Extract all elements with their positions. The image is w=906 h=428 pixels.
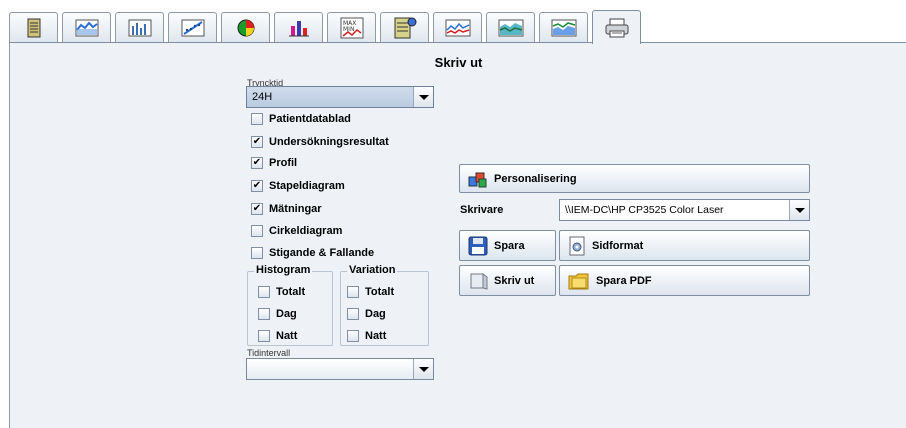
checkbox-box[interactable] — [251, 113, 263, 125]
tab-bar-chart[interactable] — [115, 12, 164, 43]
page-settings-icon — [568, 236, 586, 256]
personalize-icon — [468, 170, 488, 188]
checkbox-box[interactable] — [347, 286, 359, 298]
tab-print[interactable] — [592, 10, 641, 44]
tab-stacked-bar[interactable] — [274, 12, 323, 43]
checkbox-box[interactable]: ✔ — [251, 157, 263, 169]
tab-compare-chart[interactable] — [539, 12, 588, 43]
scatter-icon — [181, 19, 204, 37]
checkbox-box[interactable] — [347, 308, 359, 320]
checkbox-box[interactable] — [347, 330, 359, 342]
tab-bar: MAX MIN — [9, 10, 906, 44]
document-stats-icon — [394, 17, 416, 39]
panel-title: Skriv ut — [434, 55, 483, 70]
save-pdf-button[interactable]: Spara PDF — [559, 265, 810, 296]
chevron-down-icon[interactable] — [413, 359, 433, 379]
checkbox-box[interactable] — [258, 308, 270, 320]
personalize-button[interactable]: Personalisering — [459, 164, 810, 193]
checkbox-histogram-day[interactable]: Dag — [258, 308, 297, 320]
compare-chart-icon — [551, 19, 576, 37]
printer-label: Skrivare — [460, 204, 504, 216]
pdf-folder-icon — [568, 271, 590, 291]
tab-patient-data[interactable] — [9, 12, 58, 43]
pie-chart-icon — [237, 19, 254, 37]
checkbox-label: Mätningar — [269, 203, 322, 215]
interval-label: Tidintervall — [247, 348, 291, 358]
checkbox-label: Dag — [276, 308, 297, 320]
checkbox-label: Dag — [365, 308, 386, 320]
checkbox-profile[interactable]: ✔ Profil — [251, 157, 297, 169]
print-icon — [468, 271, 488, 291]
checkbox-examination-results[interactable]: ✔ Undersökningsresultat — [251, 136, 389, 148]
checkbox-variation-night[interactable]: Natt — [347, 330, 386, 342]
checkbox-box[interactable]: ✔ — [251, 203, 263, 215]
printer-select[interactable]: \\IEM-DC\HP CP3525 Color Laser — [559, 199, 810, 221]
chevron-down-icon[interactable] — [413, 87, 433, 107]
checkbox-label: Profil — [269, 157, 298, 169]
area-chart-icon — [498, 19, 523, 37]
checkbox-label: Natt — [365, 330, 387, 342]
tab-pie-chart[interactable] — [221, 12, 270, 43]
checkbox-label: Cirkeldiagram — [269, 225, 343, 237]
profile-icon — [75, 19, 98, 37]
checkbox-pie-chart[interactable]: Cirkeldiagram — [251, 225, 342, 237]
tab-area-chart[interactable] — [486, 12, 535, 43]
checkbox-measurements[interactable]: ✔ Mätningar — [251, 203, 322, 215]
save-button[interactable]: Spara — [459, 230, 556, 261]
tab-profile[interactable] — [62, 12, 111, 43]
variation-title: Variation — [347, 264, 398, 276]
floppy-disk-icon — [468, 236, 488, 256]
checkbox-label: Stigande & Fallande — [269, 247, 375, 259]
checkbox-bar-chart[interactable]: ✔ Stapeldiagram — [251, 180, 345, 192]
interval-select[interactable] — [246, 358, 434, 380]
checkbox-label: Stapeldiagram — [269, 180, 345, 192]
tab-max-min[interactable]: MAX MIN — [327, 12, 376, 43]
page-format-button[interactable]: Sidformat — [559, 230, 810, 261]
checkbox-box[interactable]: ✔ — [251, 136, 263, 148]
checkbox-box[interactable] — [251, 247, 263, 259]
bar-chart-icon — [128, 19, 151, 37]
checkbox-box[interactable] — [258, 330, 270, 342]
print-button[interactable]: Skriv ut — [459, 265, 556, 296]
patient-data-icon — [27, 18, 40, 38]
histogram-group: Histogram Totalt Dag Natt — [247, 264, 333, 346]
checkbox-histogram-total[interactable]: Totalt — [258, 286, 305, 298]
variation-group: Variation Totalt Dag Natt — [340, 264, 429, 346]
checkbox-label: Totalt — [365, 286, 395, 298]
print-time-select[interactable]: 24H — [246, 86, 434, 108]
print-time-value: 24H — [252, 91, 273, 103]
checkbox-patient-data-sheet[interactable]: Patientdatablad — [251, 113, 351, 125]
print-panel: Skriv ut Tryncktid 24H Patientdatablad ✔… — [9, 43, 906, 428]
line-chart-icon — [445, 19, 470, 37]
checkbox-histogram-night[interactable]: Natt — [258, 330, 297, 342]
printer-value: \\IEM-DC\HP CP3525 Color Laser — [565, 204, 724, 216]
tab-scatter[interactable] — [168, 12, 217, 43]
checkbox-variation-total[interactable]: Totalt — [347, 286, 394, 298]
printer-icon — [605, 18, 628, 37]
checkbox-label: Undersökningsresultat — [269, 136, 389, 148]
stacked-bar-icon — [288, 21, 309, 37]
checkbox-rising-falling[interactable]: Stigande & Fallande — [251, 247, 374, 259]
checkbox-variation-day[interactable]: Dag — [347, 308, 386, 320]
tab-document-stats[interactable] — [380, 12, 429, 43]
checkbox-box[interactable] — [251, 225, 263, 237]
tab-line-chart[interactable] — [433, 12, 482, 43]
checkbox-label: Patientdatablad — [269, 113, 351, 125]
chevron-down-icon[interactable] — [789, 200, 809, 220]
checkbox-label: Totalt — [276, 286, 306, 298]
checkbox-label: Natt — [276, 330, 298, 342]
checkbox-box[interactable] — [258, 286, 270, 298]
histogram-title: Histogram — [254, 264, 313, 276]
max-min-icon: MAXMIN — [340, 17, 363, 39]
checkbox-box[interactable]: ✔ — [251, 180, 263, 192]
